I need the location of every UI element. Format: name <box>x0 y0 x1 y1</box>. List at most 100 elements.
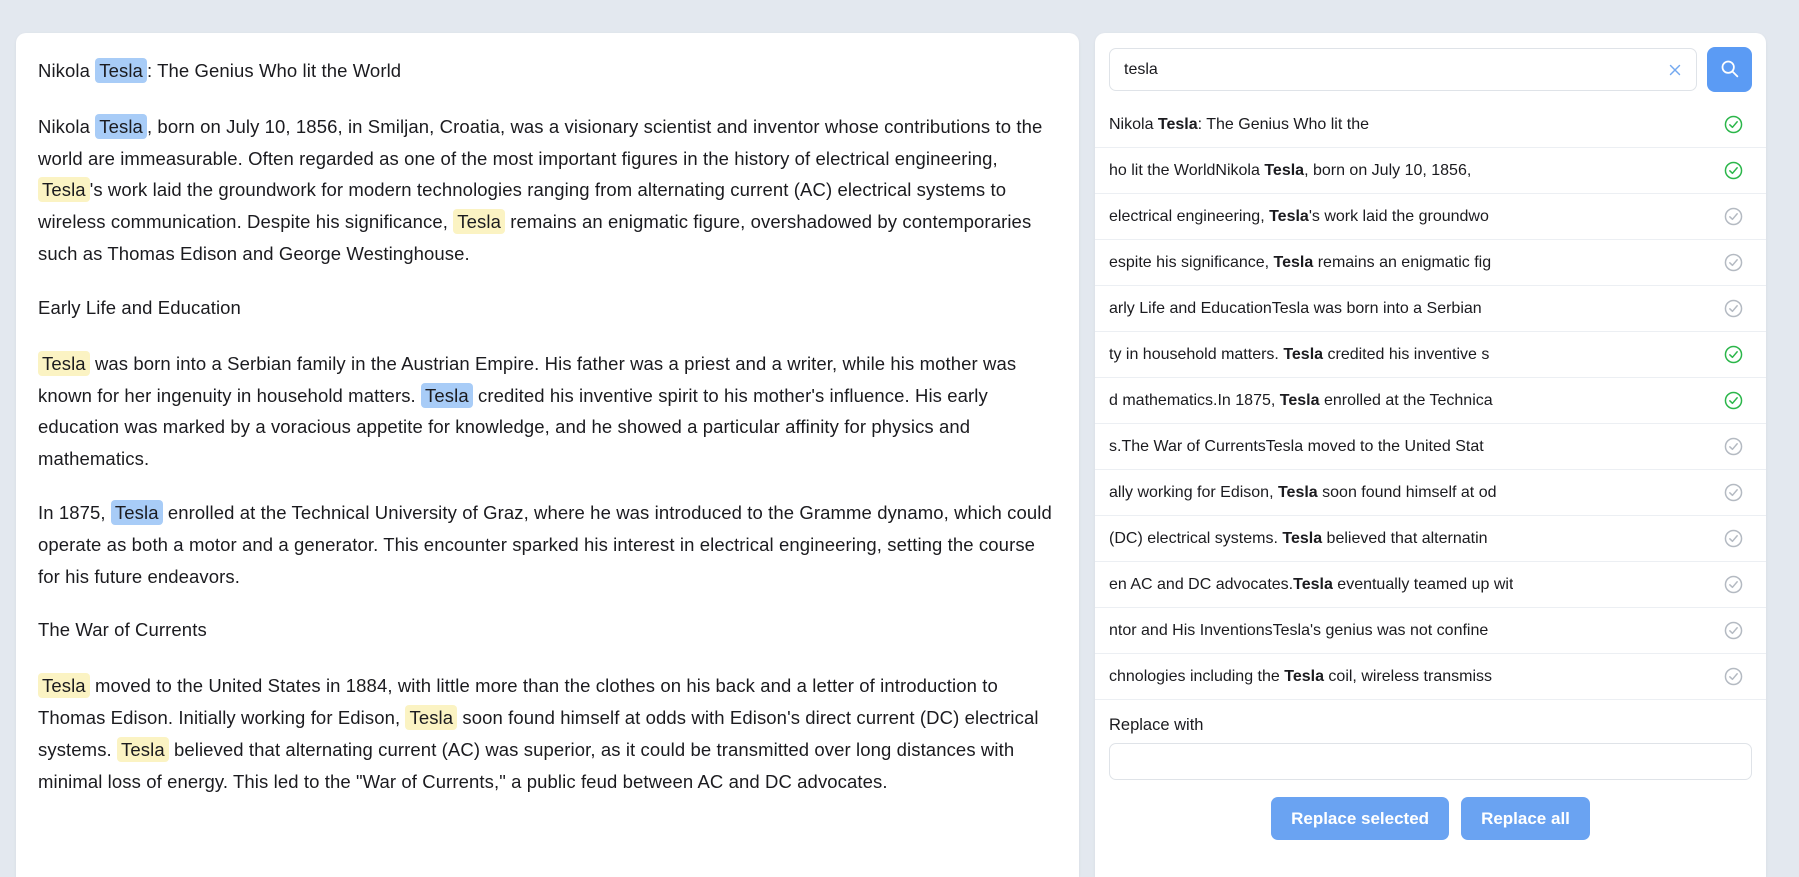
replace-selected-button[interactable]: Replace selected <box>1271 797 1450 840</box>
text-run: Early Life and Education <box>38 296 241 318</box>
document-body: Nikola Tesla: The Genius Who lit the Wor… <box>38 55 1055 797</box>
replace-input[interactable] <box>1109 743 1752 780</box>
highlight-active-match[interactable]: Tesla <box>95 58 147 83</box>
document-heading: Early Life and Education <box>38 292 1055 324</box>
check-circle-icon[interactable] <box>1723 620 1744 641</box>
search-result-text: (DC) electrical systems. Tesla believed … <box>1109 529 1488 548</box>
result-prefix: espite his significance, <box>1109 253 1274 271</box>
document-panel: Nikola Tesla: The Genius Who lit the Wor… <box>16 33 1079 877</box>
result-match: Tesla <box>1279 391 1320 409</box>
document-paragraph: Tesla moved to the United States in 1884… <box>38 670 1055 797</box>
search-result-text: ally working for Edison, Tesla soon foun… <box>1109 483 1496 502</box>
app-root: Nikola Tesla: The Genius Who lit the Wor… <box>0 0 1799 877</box>
search-result-row[interactable]: electrical engineering, Tesla's work lai… <box>1095 194 1766 240</box>
search-results-list: Nikola Tesla: The Genius Who lit the ho l… <box>1095 102 1766 700</box>
result-match: Tesla <box>1293 575 1333 593</box>
document-paragraph: In 1875, Tesla enrolled at the Technical… <box>38 497 1055 592</box>
search-result-row[interactable]: s.The War of CurrentsTesla moved to the … <box>1095 424 1766 470</box>
check-circle-selected-icon[interactable] <box>1723 390 1744 411</box>
replace-with-label: Replace with <box>1109 716 1204 734</box>
result-prefix: d mathematics.In 1875, <box>1109 391 1280 409</box>
result-suffix: credited his inventive s <box>1323 345 1490 363</box>
search-result-text: en AC and DC advocates.Tesla eventually … <box>1109 575 1513 594</box>
result-suffix: eventually teamed up wit <box>1332 575 1514 593</box>
search-result-text: electrical engineering, Tesla's work lai… <box>1109 207 1489 226</box>
search-result-text: d mathematics.In 1875, Tesla enrolled at… <box>1109 391 1493 410</box>
result-prefix: en AC and DC advocates. <box>1109 575 1294 593</box>
result-suffix: : The Genius Who lit the <box>1197 115 1369 133</box>
highlight-active-match[interactable]: Tesla <box>110 499 163 525</box>
search-result-row[interactable]: ho lit the WorldNikola Tesla, born on Ju… <box>1095 148 1766 194</box>
search-result-text: arly Life and EducationTesla was born in… <box>1109 299 1482 318</box>
search-result-row[interactable]: ty in household matters. Tesla credited … <box>1095 332 1766 378</box>
search-result-text: chnologies including the Tesla coil, wir… <box>1109 667 1492 686</box>
search-result-row[interactable]: ntor and His InventionsTesla's genius wa… <box>1095 608 1766 654</box>
search-result-row[interactable]: arly Life and EducationTesla was born in… <box>1095 286 1766 332</box>
text-run: In 1875, <box>38 501 111 523</box>
search-replace-panel: Nikola Tesla: The Genius Who lit the ho l… <box>1095 33 1766 877</box>
highlight-active-match[interactable]: Tesla <box>95 113 147 139</box>
close-icon[interactable] <box>1666 61 1684 79</box>
document-heading: The War of Currents <box>38 614 1055 646</box>
result-prefix: s.The War of CurrentsTesla moved to the … <box>1109 437 1484 455</box>
check-circle-icon[interactable] <box>1723 436 1744 457</box>
result-prefix: arly Life and EducationTesla was born in… <box>1109 299 1482 317</box>
check-circle-icon[interactable] <box>1723 298 1744 319</box>
check-circle-selected-icon[interactable] <box>1723 114 1744 135</box>
search-result-text: s.The War of CurrentsTesla moved to the … <box>1109 437 1484 456</box>
highlight-match[interactable]: Tesla <box>38 673 90 699</box>
result-match: Tesla <box>1273 253 1314 271</box>
text-run: The War of Currents <box>38 619 207 641</box>
search-button[interactable] <box>1707 47 1752 92</box>
search-bar <box>1095 33 1766 102</box>
result-prefix: electrical engineering, <box>1109 207 1270 225</box>
check-circle-icon[interactable] <box>1723 666 1744 687</box>
check-circle-selected-icon[interactable] <box>1723 160 1744 181</box>
search-result-text: ty in household matters. Tesla credited … <box>1109 345 1489 364</box>
result-prefix: ntor and His InventionsTesla's genius wa… <box>1109 621 1489 639</box>
search-input-wrapper <box>1109 48 1697 91</box>
check-circle-icon[interactable] <box>1723 252 1744 273</box>
document-paragraph: Nikola Tesla, born on July 10, 1856, in … <box>38 111 1055 270</box>
search-result-text: espite his significance, Tesla remains a… <box>1109 253 1491 272</box>
search-result-text: ho lit the WorldNikola Tesla, born on Ju… <box>1109 161 1471 180</box>
text-run: believed that alternating current (AC) w… <box>38 738 1015 792</box>
text-run: Nikola <box>38 115 96 137</box>
search-result-row[interactable]: espite his significance, Tesla remains a… <box>1095 240 1766 286</box>
highlight-match[interactable]: Tesla <box>117 736 169 762</box>
check-circle-icon[interactable] <box>1723 482 1744 503</box>
result-match: Tesla <box>1157 115 1198 133</box>
result-match: Tesla <box>1269 207 1309 225</box>
result-suffix: believed that alternatin <box>1322 529 1488 547</box>
search-result-row[interactable]: d mathematics.In 1875, Tesla enrolled at… <box>1095 378 1766 424</box>
check-circle-icon[interactable] <box>1723 206 1744 227</box>
result-prefix: (DC) electrical systems. <box>1109 529 1283 547</box>
result-suffix: coil, wireless transmiss <box>1323 667 1492 685</box>
result-match: Tesla <box>1284 667 1324 685</box>
search-result-row[interactable]: ally working for Edison, Tesla soon foun… <box>1095 470 1766 516</box>
highlight-match[interactable]: Tesla <box>38 350 90 376</box>
check-circle-icon[interactable] <box>1723 528 1744 549</box>
result-suffix: soon found himself at od <box>1317 483 1497 501</box>
highlight-match[interactable]: Tesla <box>453 209 505 235</box>
search-result-row[interactable]: (DC) electrical systems. Tesla believed … <box>1095 516 1766 562</box>
highlight-match[interactable]: Tesla <box>405 705 458 730</box>
search-result-row[interactable]: chnologies including the Tesla coil, wir… <box>1095 654 1766 700</box>
result-prefix: ally working for Edison, <box>1109 483 1278 501</box>
result-match: Tesla <box>1277 483 1318 501</box>
search-input[interactable] <box>1110 60 1696 79</box>
result-suffix: , born on July 10, 1856, <box>1304 161 1472 179</box>
check-circle-selected-icon[interactable] <box>1723 344 1744 365</box>
search-result-row[interactable]: en AC and DC advocates.Tesla eventually … <box>1095 562 1766 608</box>
replace-all-button[interactable]: Replace all <box>1461 797 1590 840</box>
replace-input-wrapper <box>1095 743 1766 780</box>
document-paragraph: Tesla was born into a Serbian family in … <box>38 348 1055 475</box>
result-prefix: chnologies including the <box>1109 667 1285 685</box>
highlight-active-match[interactable]: Tesla <box>421 382 473 408</box>
text-run: enrolled at the Technical University of … <box>38 501 1052 587</box>
search-result-row[interactable]: Nikola Tesla: The Genius Who lit the <box>1095 102 1766 148</box>
result-suffix: remains an enigmatic fig <box>1313 253 1492 271</box>
check-circle-icon[interactable] <box>1723 574 1744 595</box>
highlight-match[interactable]: Tesla <box>38 177 90 203</box>
result-suffix: 's work laid the groundwo <box>1308 207 1489 225</box>
